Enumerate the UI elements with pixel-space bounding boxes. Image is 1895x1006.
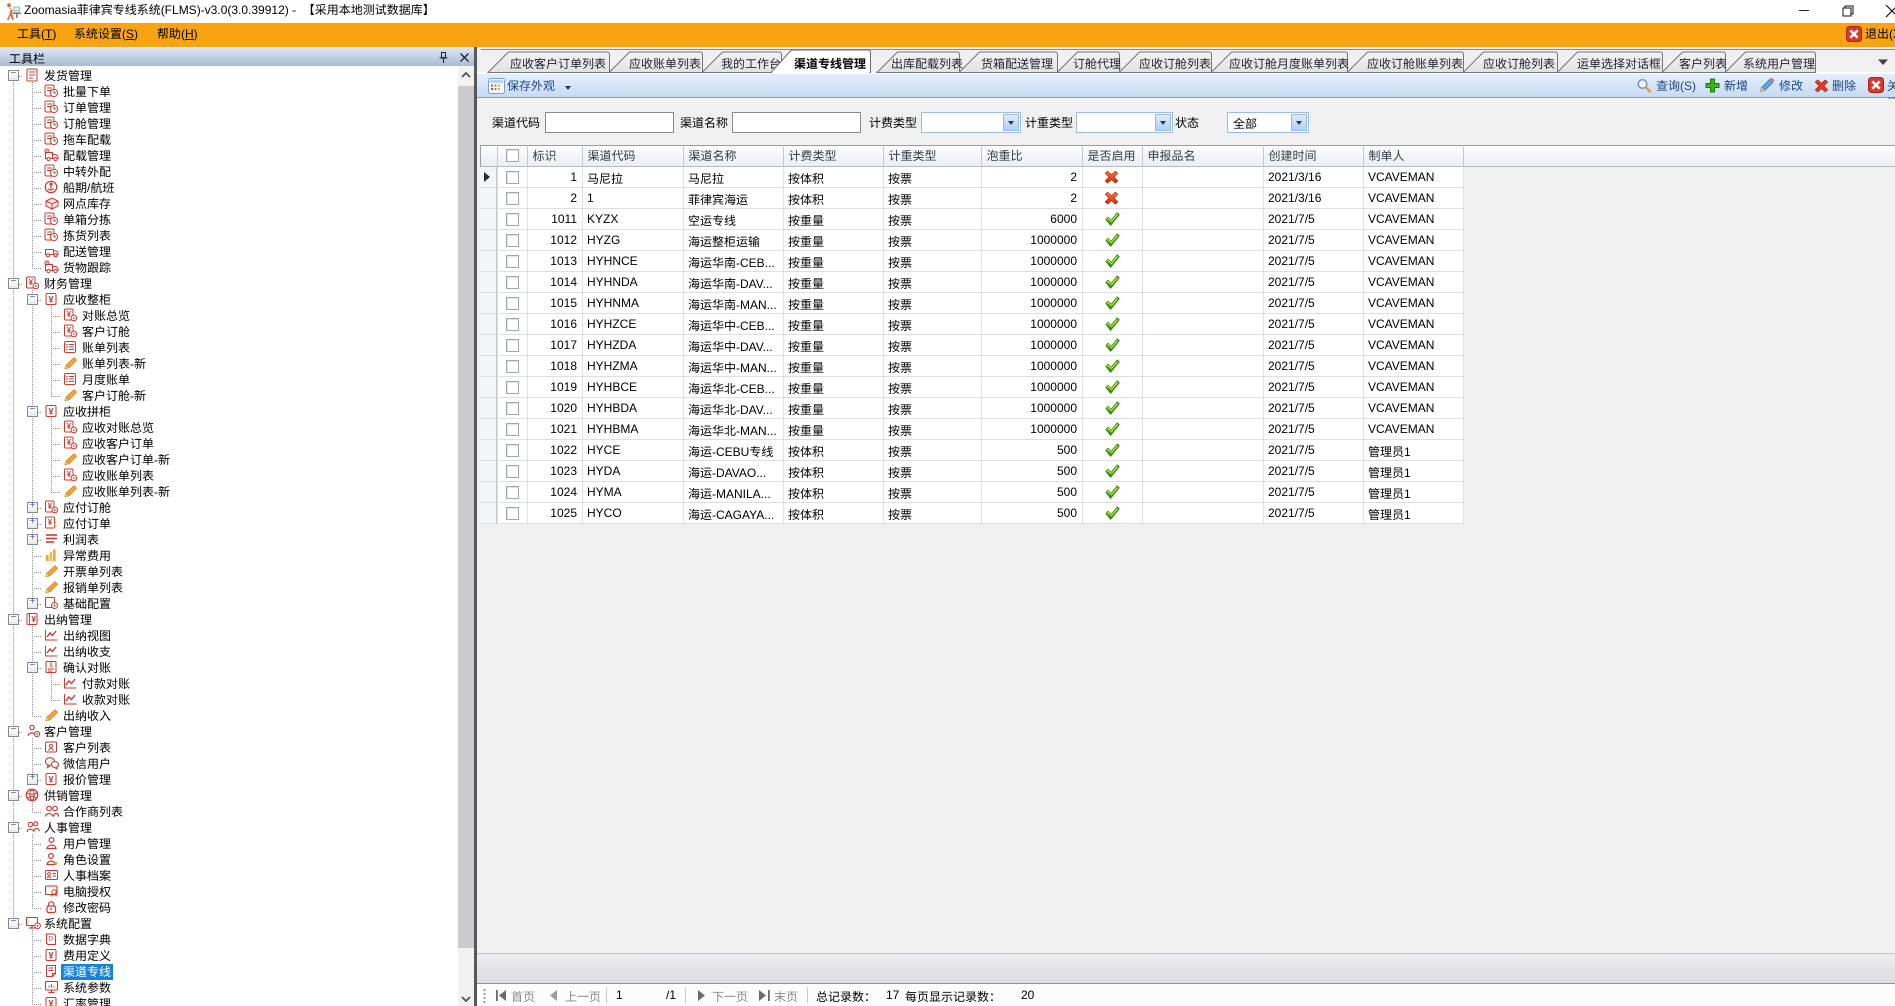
svg-text:¥: ¥ bbox=[48, 999, 53, 1006]
svg-text:我的工作台: 我的工作台 bbox=[721, 57, 781, 71]
svg-text:应收订舱列表: 应收订舱列表 bbox=[1139, 57, 1211, 71]
svg-text:¥: ¥ bbox=[48, 951, 53, 961]
svg-text:运单选择对话框: 运单选择对话框 bbox=[1577, 57, 1661, 71]
svg-text:¥: ¥ bbox=[48, 775, 53, 785]
svg-text:应收账单列表: 应收账单列表 bbox=[629, 57, 701, 71]
svg-text:渠道专线管理: 渠道专线管理 bbox=[794, 57, 866, 71]
svg-text:应收订舱账单列表: 应收订舱账单列表 bbox=[1367, 57, 1463, 71]
svg-text:应收客户订单列表: 应收客户订单列表 bbox=[510, 57, 606, 71]
svg-text:订舱代理: 订舱代理 bbox=[1073, 57, 1121, 71]
svg-text:D: D bbox=[49, 936, 54, 943]
svg-text:¥: ¥ bbox=[48, 407, 53, 417]
svg-text:出库配载列表: 出库配载列表 bbox=[891, 57, 963, 71]
svg-text:¥: ¥ bbox=[48, 295, 53, 305]
svg-text:系统用户管理: 系统用户管理 bbox=[1743, 57, 1815, 71]
svg-text:¥: ¥ bbox=[48, 518, 53, 527]
svg-text:应收订舱月度账单列表: 应收订舱月度账单列表 bbox=[1229, 57, 1349, 71]
svg-text:$: $ bbox=[49, 662, 53, 669]
svg-text:应收订舱列表: 应收订舱列表 bbox=[1483, 57, 1555, 71]
svg-text:货箱配送管理: 货箱配送管理 bbox=[981, 57, 1053, 71]
svg-text:¥: ¥ bbox=[31, 614, 36, 624]
svg-text:客户列表: 客户列表 bbox=[1679, 57, 1727, 71]
